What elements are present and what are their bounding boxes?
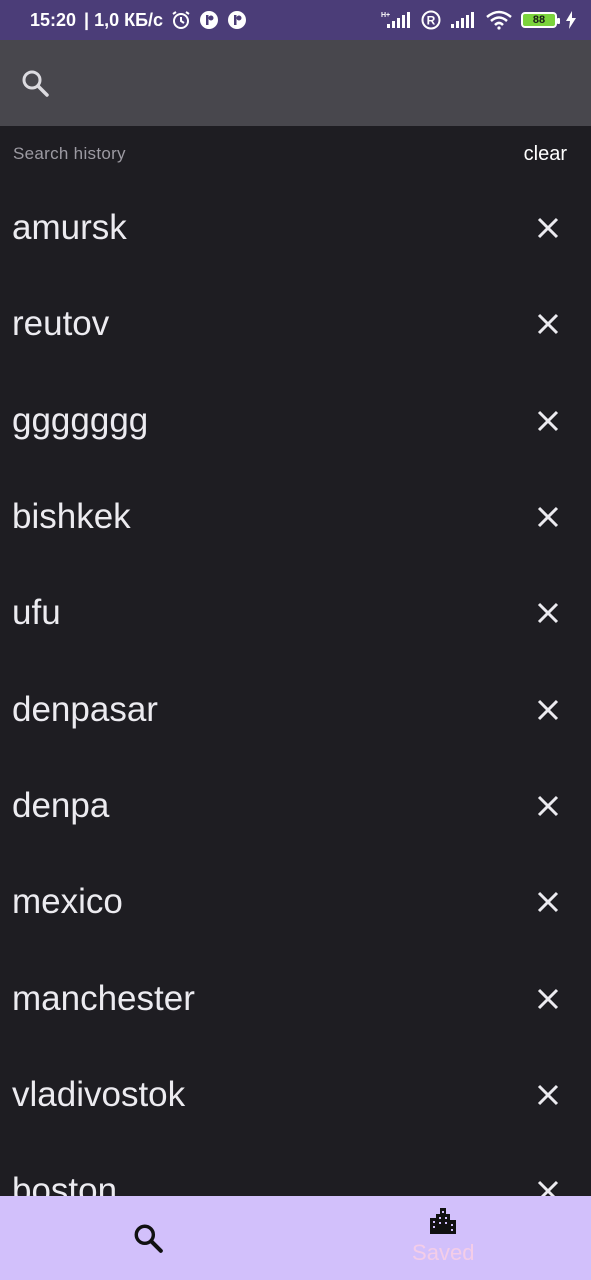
close-icon [537, 988, 559, 1009]
remove-item-button[interactable] [533, 213, 563, 243]
history-list: amursk reutov ggggggg bishkek ufu denpas… [0, 180, 591, 1239]
history-item[interactable]: ufu [0, 565, 591, 661]
remove-item-button[interactable] [533, 695, 563, 725]
status-bar: 15:20 | 1,0 КБ/с H+ R 88 [0, 0, 591, 40]
close-icon [537, 1084, 559, 1105]
close-icon [537, 699, 559, 720]
search-icon [134, 1224, 163, 1253]
search-bar [0, 40, 591, 126]
history-item[interactable]: reutov [0, 276, 591, 372]
battery-indicator: 88 [521, 12, 560, 28]
history-item[interactable]: ggggggg [0, 373, 591, 469]
remove-item-button[interactable] [533, 406, 563, 436]
history-item[interactable]: mexico [0, 854, 591, 950]
clear-history-button[interactable]: clear [524, 143, 567, 166]
status-time: 15:20 [30, 9, 77, 30]
status-left: 15:20 | 1,0 КБ/с [30, 10, 247, 31]
svg-text:R: R [427, 14, 436, 28]
close-icon [537, 506, 559, 528]
signal-h-plus-icon: H+ [379, 10, 413, 30]
history-item-label[interactable]: manchester [12, 979, 195, 1019]
history-item-label[interactable]: mexico [12, 882, 123, 922]
signal-icon [449, 10, 477, 30]
search-input[interactable] [64, 53, 571, 113]
remove-item-button[interactable] [533, 502, 563, 532]
close-icon [537, 892, 559, 913]
history-item-label[interactable]: reutov [12, 304, 109, 344]
history-item[interactable]: amursk [0, 180, 591, 276]
remove-item-button[interactable] [533, 984, 563, 1014]
history-item-label[interactable]: ggggggg [12, 401, 148, 441]
city-icon [430, 1208, 457, 1234]
roaming-icon: R [421, 10, 441, 30]
close-icon [537, 218, 559, 239]
history-header: Search history clear [0, 126, 591, 182]
history-title: Search history [13, 144, 126, 163]
history-item-label[interactable]: vladivostok [12, 1075, 185, 1115]
close-icon [537, 795, 559, 816]
history-item[interactable]: bishkek [0, 469, 591, 565]
close-icon [537, 603, 559, 624]
alarm-icon [171, 10, 191, 30]
history-item-label[interactable]: bishkek [12, 497, 131, 537]
close-icon [537, 410, 559, 431]
wifi-icon [485, 10, 513, 30]
status-network-speed: | 1,0 КБ/с [84, 9, 164, 30]
history-item-label[interactable]: denpasar [12, 690, 158, 730]
close-icon [537, 314, 559, 335]
charging-icon [565, 11, 577, 29]
nav-saved-label: Saved [412, 1240, 475, 1265]
history-item-label[interactable]: ufu [12, 593, 61, 633]
remove-item-button[interactable] [533, 309, 563, 339]
remove-item-button[interactable] [533, 598, 563, 628]
remove-item-button[interactable] [533, 791, 563, 821]
history-item[interactable]: vladivostok [0, 1047, 591, 1143]
battery-level: 88 [532, 14, 546, 26]
bottom-navigation: Saved [0, 1196, 591, 1280]
history-item-label[interactable]: amursk [12, 208, 127, 248]
history-item[interactable]: denpasar [0, 661, 591, 757]
search-icon[interactable] [20, 68, 50, 98]
remove-item-button[interactable] [533, 1080, 563, 1110]
svg-text:H+: H+ [381, 12, 390, 19]
screen: 15:20 | 1,0 КБ/с H+ R 88 Search history … [0, 0, 591, 1280]
nav-saved-tab[interactable]: Saved [296, 1196, 591, 1280]
nav-search-tab[interactable] [0, 1196, 296, 1280]
history-item-label[interactable]: denpa [12, 786, 109, 826]
remove-item-button[interactable] [533, 887, 563, 917]
history-item[interactable]: manchester [0, 950, 591, 1046]
app-notification-icon [199, 10, 219, 30]
status-right: H+ R 88 [379, 10, 577, 30]
app-notification-icon-2 [227, 10, 247, 30]
history-item[interactable]: denpa [0, 758, 591, 854]
